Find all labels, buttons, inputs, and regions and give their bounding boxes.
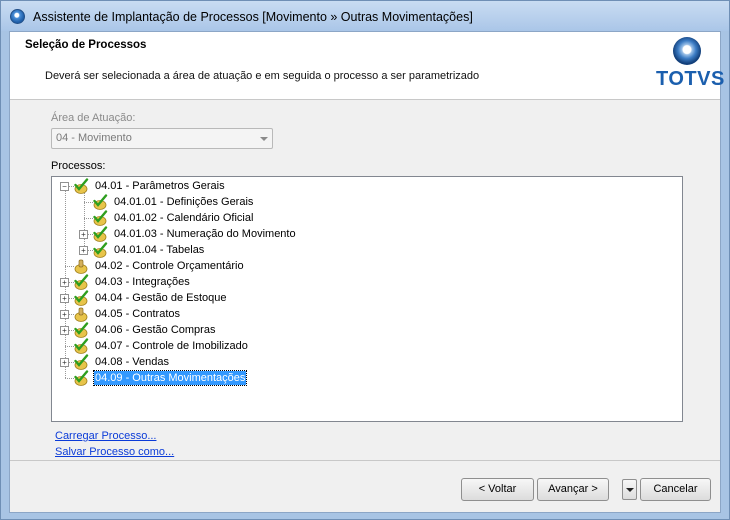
tree-item-label: 04.07 - Controle de Imobilizado (95, 340, 248, 352)
checkmark-icon (74, 290, 89, 306)
tree-item[interactable]: +04.01.04 - Tabelas (52, 242, 682, 258)
next-button[interactable]: Avançar > (537, 478, 609, 501)
checkmark-icon (74, 178, 89, 194)
checkmark-icon (93, 210, 108, 226)
page-title: Seleção de Processos (25, 39, 147, 51)
area-label: Área de Atuação: (51, 112, 136, 124)
process-tree[interactable]: − 04.01 - Parâmetros Gerais 04.01.01 - Def… (51, 176, 683, 422)
tree-item-label: 04.01.03 - Numeração do Movimento (114, 228, 296, 240)
processes-label: Processos: (51, 160, 106, 172)
collapse-icon[interactable]: − (60, 182, 69, 191)
expand-icon[interactable]: + (79, 246, 88, 255)
tree-item[interactable]: 04.02 - Controle Orçamentário (52, 258, 682, 274)
tree-item[interactable]: +04.05 - Contratos (52, 306, 682, 322)
tree-item[interactable]: 04.07 - Controle de Imobilizado (52, 338, 682, 354)
wizard-client: Seleção de Processos Deverá ser selecion… (9, 31, 724, 513)
checkmark-icon (93, 194, 108, 210)
tree-item[interactable]: +04.01.03 - Numeração do Movimento (52, 226, 682, 242)
totvs-logo-icon (673, 37, 701, 65)
title-bar[interactable]: Assistente de Implantação de Processos [… (1, 1, 729, 31)
wizard-window: Assistente de Implantação de Processos [… (0, 0, 730, 520)
tree-item-label: 04.09 - Outras Movimentações (92, 370, 248, 386)
expand-icon[interactable]: + (60, 278, 69, 287)
tree-item-label: 04.01.02 - Calendário Oficial (114, 212, 254, 224)
chevron-down-icon (626, 488, 634, 492)
app-icon (10, 9, 25, 24)
tree-item[interactable]: 04.09 - Outras Movimentações (52, 370, 682, 386)
thumbs-up-icon (74, 307, 88, 322)
back-button[interactable]: < Voltar (461, 478, 534, 501)
chevron-down-icon (260, 137, 268, 141)
page-description: Deverá ser selecionada a área de atuação… (45, 70, 480, 82)
tree-item-label: 04.06 - Gestão Compras (95, 324, 216, 336)
tree-item-label: 04.01.04 - Tabelas (114, 244, 205, 256)
tree-item-label: 04.01 - Parâmetros Gerais (95, 180, 225, 192)
tree-item-label: 04.08 - Vendas (95, 356, 170, 368)
tree-item-label: 04.01.01 - Definições Gerais (114, 196, 254, 208)
totvs-logo: TOTVS (656, 68, 725, 90)
checkmark-icon (74, 322, 89, 338)
wizard-header: Seleção de Processos Deverá ser selecion… (10, 32, 724, 99)
tree-item-label: 04.04 - Gestão de Estoque (95, 292, 227, 304)
header-divider (10, 99, 720, 100)
checkmark-icon (93, 242, 108, 258)
tree-item[interactable]: +04.03 - Integrações (52, 274, 682, 290)
tree-item[interactable]: +04.06 - Gestão Compras (52, 322, 682, 338)
tree-item-label: 04.05 - Contratos (95, 308, 180, 320)
area-select-value: 04 - Movimento (56, 132, 132, 144)
expand-icon[interactable]: + (60, 294, 69, 303)
checkmark-icon (74, 370, 89, 386)
tree-item[interactable]: +04.04 - Gestão de Estoque (52, 290, 682, 306)
tree-item[interactable]: +04.08 - Vendas (52, 354, 682, 370)
cancel-button[interactable]: Cancelar (640, 478, 711, 501)
thumbs-up-icon (74, 259, 88, 274)
load-process-link[interactable]: Carregar Processo... (55, 430, 156, 442)
tree-item-label: 04.03 - Integrações (95, 276, 190, 288)
expand-icon[interactable]: + (79, 230, 88, 239)
tree-item[interactable]: 04.01.01 - Definições Gerais (52, 194, 682, 210)
tree-item[interactable]: 04.01.02 - Calendário Oficial (52, 210, 682, 226)
save-process-link[interactable]: Salvar Processo como... (55, 446, 174, 458)
footer-divider (10, 460, 720, 461)
tree-item[interactable]: − 04.01 - Parâmetros Gerais (52, 178, 682, 194)
tree-item-label: 04.02 - Controle Orçamentário (95, 260, 244, 272)
expand-icon[interactable]: + (60, 310, 69, 319)
expand-icon[interactable]: + (60, 358, 69, 367)
area-select: 04 - Movimento (51, 128, 273, 149)
checkmark-icon (74, 274, 89, 290)
window-title: Assistente de Implantação de Processos [… (33, 10, 473, 24)
checkmark-icon (93, 226, 108, 242)
options-dropdown-button[interactable] (622, 479, 637, 500)
checkmark-icon (74, 338, 89, 354)
expand-icon[interactable]: + (60, 326, 69, 335)
checkmark-icon (74, 354, 89, 370)
